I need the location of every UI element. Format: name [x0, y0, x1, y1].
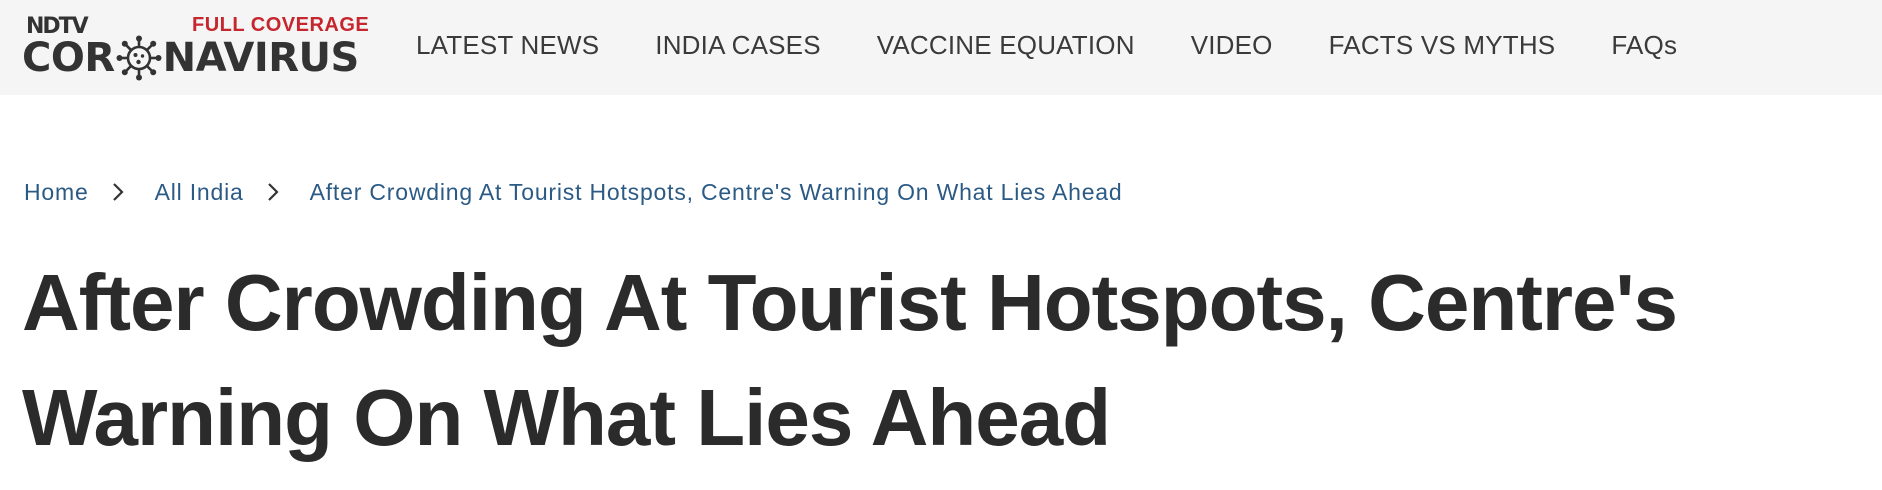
- nav-india-cases[interactable]: INDIA CASES: [655, 30, 820, 61]
- nav-latest-news[interactable]: LATEST NEWS: [416, 30, 599, 61]
- breadcrumb-home[interactable]: Home: [24, 179, 89, 206]
- wordmark-left: COR: [22, 35, 115, 81]
- top-navigation-bar: NDTV FULL COVERAGE COR NAVIRUS LATEST NE…: [0, 0, 1882, 95]
- wordmark-right: NAVIRUS: [162, 35, 360, 81]
- ndtv-coronavirus-logo[interactable]: NDTV FULL COVERAGE COR NAVIRUS: [22, 14, 369, 81]
- coronavirus-wordmark: COR NAVIRUS: [22, 34, 359, 82]
- article-headline: After Crowding At Tourist Hotspots, Cent…: [22, 258, 1678, 462]
- chevron-right-icon: [112, 183, 124, 201]
- nav-video[interactable]: VIDEO: [1191, 30, 1273, 61]
- breadcrumb-all-india[interactable]: All India: [155, 179, 244, 206]
- breadcrumb-current-article[interactable]: After Crowding At Tourist Hotspots, Cent…: [310, 179, 1123, 206]
- breadcrumb: Home All India After Crowding At Tourist…: [24, 175, 1122, 209]
- full-coverage-tag: FULL COVERAGE: [192, 14, 370, 36]
- nav-vaccine-equation[interactable]: VACCINE EQUATION: [877, 30, 1135, 61]
- coronavirus-icon: [116, 35, 162, 81]
- main-nav: LATEST NEWS INDIA CASES VACCINE EQUATION…: [416, 0, 1733, 90]
- nav-faqs[interactable]: FAQs: [1611, 30, 1677, 61]
- chevron-right-icon: [267, 183, 279, 201]
- nav-facts-vs-myths[interactable]: FACTS VS MYTHS: [1329, 30, 1556, 61]
